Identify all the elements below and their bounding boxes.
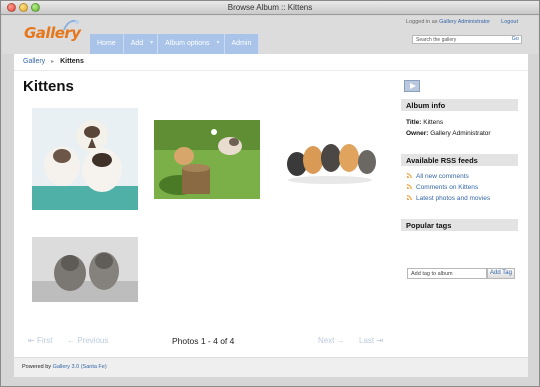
pager-next[interactable]: Next → — [318, 336, 345, 345]
rss-feed-label: All new comments — [416, 173, 469, 180]
rss-icon — [407, 184, 412, 189]
next-arrow-icon: → — [334, 336, 345, 345]
search-placeholder: Search the gallery — [416, 37, 457, 43]
rss-feed-all-comments[interactable]: All new comments — [407, 173, 469, 180]
pager-last-label: Last — [359, 336, 375, 345]
footer-prefix: Powered by — [22, 364, 52, 370]
menu-add[interactable]: Add — [123, 34, 159, 54]
window-title: Browse Album :: Kittens — [227, 3, 313, 12]
album-owner-value: Gallery Administrator — [430, 130, 491, 137]
previous-arrow-icon: ← — [67, 336, 78, 345]
footer-credit: Powered by Gallery 3.0 (Santa Fe) — [22, 364, 107, 370]
album-title-line: Title: Kittens — [406, 119, 443, 126]
album-owner-line: Owner: Gallery Administrator — [406, 130, 491, 137]
rss-icon — [407, 173, 412, 178]
album-info-heading: Album info — [401, 99, 518, 111]
slideshow-play-icon[interactable] — [404, 80, 420, 92]
main-content: Gallery ▸ Kittens Kittens ⇤ First ← Prev… — [14, 54, 528, 357]
menu-home[interactable]: Home — [90, 34, 124, 54]
logout-link[interactable]: Logout — [501, 19, 518, 25]
logo-swirl-icon — [63, 20, 79, 31]
rss-feed-latest-photos[interactable]: Latest photos and movies — [407, 195, 490, 202]
pager-first-label: First — [36, 336, 53, 345]
first-arrow-icon: ⇤ — [28, 336, 37, 345]
popular-tags-heading: Popular tags — [401, 219, 518, 231]
main-menu: Home Add Album options Admin — [90, 34, 260, 54]
title-bar: Browse Album :: Kittens — [1, 1, 539, 15]
rss-feed-album-comments[interactable]: Comments on Kittens — [407, 184, 478, 191]
photo-thumbnail-4[interactable] — [32, 237, 138, 302]
menu-admin[interactable]: Admin — [224, 34, 260, 54]
album-title-label: Title: — [406, 119, 422, 126]
user-link[interactable]: Gallery Administrator — [439, 19, 490, 25]
pager-info: Photos 1 - 4 of 4 — [172, 336, 235, 346]
site-header: Gallery Logged in as Gallery Administrat… — [2, 16, 538, 54]
login-status: Logged in as Gallery Administrator Logou… — [406, 19, 518, 25]
photo-thumbnail-3[interactable] — [277, 124, 383, 196]
page-title: Kittens — [23, 78, 74, 95]
pager-last[interactable]: Last ⇥ — [359, 336, 383, 345]
rss-icon — [407, 195, 412, 200]
breadcrumb-gallery[interactable]: Gallery — [23, 58, 45, 65]
add-tag-button[interactable]: Add Tag — [487, 268, 515, 279]
footer: Powered by Gallery 3.0 (Santa Fe) — [14, 357, 528, 377]
album-title-value: Kittens — [423, 119, 444, 126]
add-tag-input[interactable]: Add tag to album — [407, 268, 487, 279]
browser-window: Browse Album :: Kittens Gallery Logged i… — [0, 0, 540, 387]
photo-thumbnail-1[interactable] — [32, 108, 138, 210]
menu-album-options[interactable]: Album options — [158, 34, 225, 54]
breadcrumb-separator-icon: ▸ — [51, 59, 55, 65]
rss-feed-label: Latest photos and movies — [416, 195, 491, 202]
search-input[interactable]: Search the gallery Go — [412, 35, 522, 44]
last-arrow-icon: ⇥ — [374, 336, 384, 345]
pager-first[interactable]: ⇤ First — [28, 336, 53, 345]
pager-next-label: Next — [318, 336, 335, 345]
pager-previous-label: Previous — [77, 336, 109, 345]
breadcrumb-current: Kittens — [60, 58, 84, 65]
search-go-button[interactable]: Go — [512, 36, 519, 42]
footer-gallery-link[interactable]: Gallery 3.0 (Santa Fe) — [53, 364, 107, 370]
pager-previous[interactable]: ← Previous — [67, 336, 108, 345]
breadcrumb: Gallery ▸ Kittens — [23, 58, 84, 65]
divider — [14, 70, 528, 71]
rss-heading: Available RSS feeds — [401, 154, 518, 166]
login-prefix: Logged in as — [406, 19, 438, 25]
album-owner-label: Owner: — [406, 130, 429, 137]
photo-thumbnail-2[interactable] — [154, 120, 260, 199]
rss-feed-label: Comments on Kittens — [416, 184, 479, 191]
